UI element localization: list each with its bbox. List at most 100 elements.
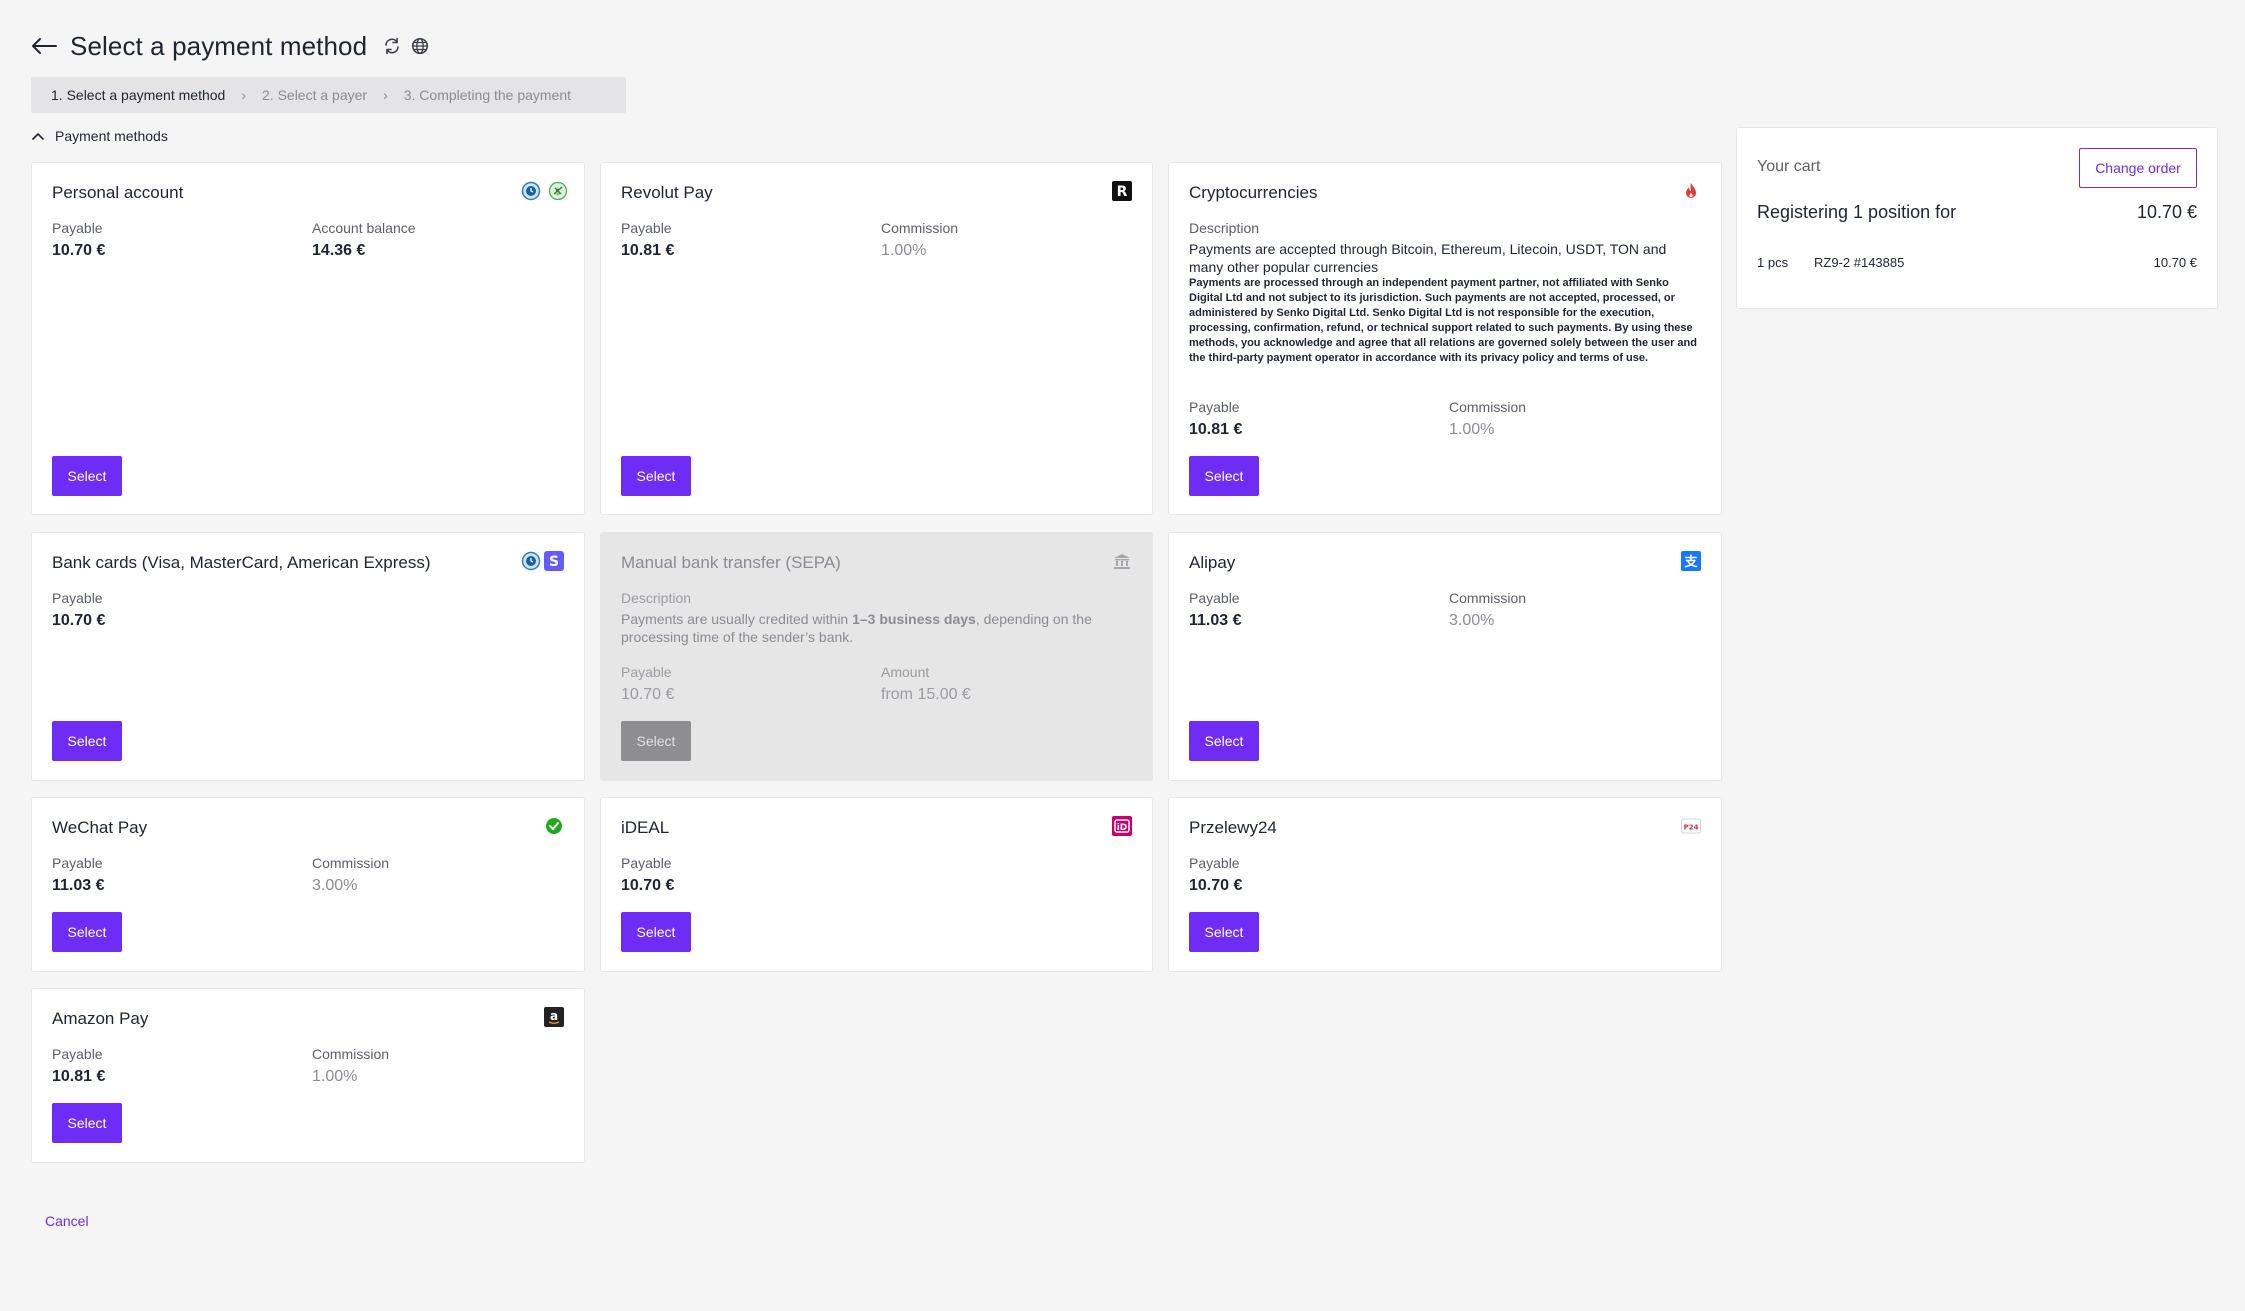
payable-label: Payable [52, 855, 103, 871]
commission-label: Commission [1449, 590, 1527, 606]
commission-value: 3.00% [312, 877, 358, 894]
select-button[interactable]: Select [621, 456, 691, 496]
amount-value: from 15.00 € [881, 686, 971, 703]
cart-summary: Registering 1 position for 10.70 € [1757, 202, 2197, 223]
payable-value: 10.70 € [52, 242, 106, 259]
payable-label: Payable [621, 855, 672, 871]
page-title: Select a payment method [70, 30, 368, 61]
select-button[interactable]: Select [621, 912, 691, 952]
commission-field: Commission 1.00% [1449, 398, 1526, 441]
globe-icon[interactable] [409, 35, 431, 57]
ideal-logo-icon: iD [1112, 816, 1132, 836]
amount-field: Amount from 15.00 € [881, 663, 971, 706]
checkout-stepper: 1. Select a payment method › 2. Select a… [31, 77, 626, 113]
method-card-sepa-transfer: Manual bank transfer (SEPA) Description … [600, 532, 1153, 781]
method-card-amazon-pay: Amazon Pay a Payable 10.81 € Commission … [31, 988, 585, 1163]
payable-field: Payable 11.03 € [52, 854, 105, 897]
method-title: Manual bank transfer (SEPA) [621, 553, 841, 572]
payable-value: 10.70 € [621, 877, 675, 894]
section-label: Payment methods [55, 128, 168, 144]
payable-label: Payable [1189, 590, 1240, 606]
payable-label: Payable [621, 220, 672, 236]
payable-value: 11.03 € [52, 877, 105, 894]
commission-value: 1.00% [1449, 421, 1495, 438]
bank-icon [1112, 551, 1132, 571]
method-title: Przelewy24 [1189, 818, 1277, 837]
method-card-cryptocurrencies: Cryptocurrencies Description Payments ar… [1168, 162, 1722, 515]
cart-line-item: 1 pcs RZ9-2 #143885 10.70 € [1757, 255, 2197, 270]
payable-label: Payable [1189, 399, 1240, 415]
description-label: Description [621, 590, 692, 606]
select-button[interactable]: Select [1189, 456, 1259, 496]
select-button[interactable]: Select [1189, 912, 1259, 952]
wechat-logo-icon [544, 816, 564, 836]
commission-label: Commission [881, 220, 959, 236]
back-arrow-icon[interactable] [30, 32, 58, 60]
select-button[interactable]: Select [52, 912, 122, 952]
select-button[interactable]: Select [52, 456, 122, 496]
description-text: Payments are accepted through Bitcoin, E… [1189, 241, 1667, 275]
method-card-alipay: Alipay 支 Payable 11.03 € Commission 3.00… [1168, 532, 1722, 781]
method-title: Bank cards (Visa, MasterCard, American E… [52, 553, 431, 572]
payable-field: Payable 10.70 € [1189, 854, 1242, 897]
method-card-przelewy24: Przelewy24 P24 Payable 10.70 € Select [1168, 797, 1722, 972]
payable-field: Payable 10.81 € [1189, 398, 1242, 441]
balance-label: Account balance [312, 220, 416, 236]
revolut-logo-icon: R [1112, 181, 1132, 201]
change-order-button[interactable]: Change order [2079, 148, 2197, 188]
payable-field: Payable 10.81 € [52, 1045, 105, 1088]
clock-coin-icon [521, 551, 541, 571]
step-select-payment-method: 1. Select a payment method [51, 87, 226, 103]
disclaimer-text: Payments are processed through an indepe… [1189, 277, 1697, 364]
select-button[interactable]: Select [1189, 721, 1259, 761]
commission-field: Commission 1.00% [881, 219, 958, 262]
alipay-logo-icon: 支 [1681, 551, 1701, 571]
payable-value: 10.70 € [52, 612, 106, 629]
payable-value: 11.03 € [1189, 612, 1242, 629]
refresh-icon[interactable] [381, 35, 403, 57]
payable-label: Payable [52, 220, 103, 236]
account-balance-field: Account balance 14.36 € [312, 219, 416, 262]
step-completing-payment: 3. Completing the payment [403, 87, 572, 103]
cart-line-price: 10.70 € [2153, 255, 2197, 270]
svg-text:iD: iD [1117, 823, 1128, 833]
commission-field: Commission 3.00% [1449, 589, 1526, 632]
method-card-bank-cards: Bank cards (Visa, MasterCard, American E… [31, 532, 585, 781]
cart-panel: Your cart Change order Registering 1 pos… [1736, 127, 2218, 309]
method-title: iDEAL [621, 818, 670, 837]
payable-value: 10.81 € [621, 242, 675, 259]
payable-field: Payable 10.81 € [621, 219, 674, 262]
commission-label: Commission [312, 1046, 390, 1062]
description-field: Description Payments are usually credite… [621, 589, 1136, 646]
select-button: Select [621, 721, 691, 761]
cart-summary-label: Registering 1 position for [1757, 202, 1957, 222]
page-header: Select a payment method [30, 26, 431, 66]
payable-label: Payable [621, 664, 672, 680]
cancel-link[interactable]: Cancel [45, 1213, 89, 1229]
svg-text:支: 支 [1683, 554, 1698, 570]
payable-value: 10.81 € [52, 1068, 106, 1085]
select-button[interactable]: Select [52, 1103, 122, 1143]
chevron-up-icon [31, 129, 45, 143]
payable-value: 10.70 € [621, 686, 675, 703]
svg-text:R: R [1117, 184, 1128, 200]
svg-text:$: $ [555, 188, 561, 198]
method-title: Cryptocurrencies [1189, 183, 1318, 202]
method-title: WeChat Pay [52, 818, 148, 837]
payable-label: Payable [1189, 855, 1240, 871]
commission-field: Commission 1.00% [312, 1045, 389, 1088]
svg-text:a: a [550, 1009, 558, 1023]
method-card-revolut-pay: Revolut Pay R Payable 10.81 € Commission… [600, 162, 1153, 515]
method-card-personal-account: Personal account $ Payable 10.70 € Accou… [31, 162, 585, 515]
cart-line-item-name: RZ9-2 #143885 [1814, 255, 1905, 270]
payable-label: Payable [52, 1046, 103, 1062]
commission-label: Commission [1449, 399, 1527, 415]
select-button[interactable]: Select [52, 721, 122, 761]
payment-page: Select a payment method 1. Select a paym… [0, 0, 2245, 1311]
chevron-right-icon: › [241, 87, 246, 103]
payable-field: Payable 11.03 € [1189, 589, 1242, 632]
payment-methods-toggle[interactable]: Payment methods [31, 128, 168, 144]
balance-value: 14.36 € [312, 242, 366, 259]
description-text: Payments are usually credited within 1–3… [621, 611, 1092, 645]
method-title: Personal account [52, 183, 184, 202]
